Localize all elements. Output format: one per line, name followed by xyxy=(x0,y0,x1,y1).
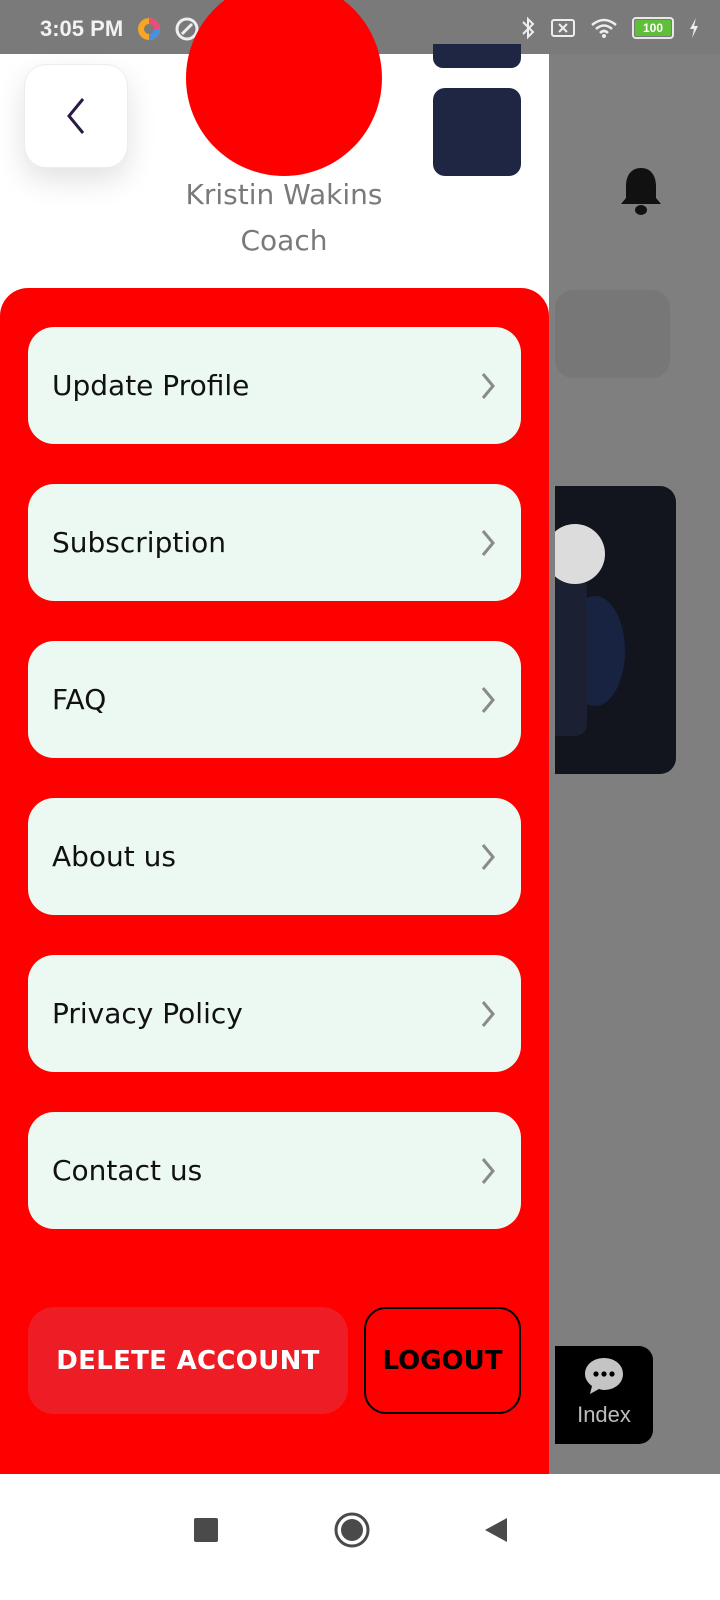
player-body xyxy=(555,576,587,736)
back-nav-button[interactable] xyxy=(466,1500,526,1560)
menu-panel: Update Profile Subscription FAQ About us… xyxy=(0,288,549,1474)
decorative-block xyxy=(433,88,521,176)
decorative-block xyxy=(433,44,521,68)
battery-indicator: 100 xyxy=(632,17,674,39)
recent-apps-button[interactable] xyxy=(176,1500,236,1560)
back-button[interactable] xyxy=(24,64,128,168)
bell-icon[interactable] xyxy=(616,164,666,218)
chevron-right-icon xyxy=(481,686,495,713)
circle-icon xyxy=(334,1512,370,1548)
menu-item-update-profile[interactable]: Update Profile xyxy=(28,327,521,444)
background-player-card xyxy=(555,486,676,774)
chevron-left-icon xyxy=(67,98,85,134)
menu-item-faq[interactable]: FAQ xyxy=(28,641,521,758)
user-name: Kristin Wakins xyxy=(185,178,383,211)
menu-item-label: About us xyxy=(52,840,177,873)
chevron-right-icon xyxy=(481,843,495,870)
logout-button[interactable]: LOGOUT xyxy=(364,1307,521,1414)
battery-level: 100 xyxy=(642,21,664,35)
background-index-tab: Index xyxy=(555,1346,653,1444)
chat-bubble-icon xyxy=(585,1358,623,1394)
navigation-bar xyxy=(0,1474,720,1600)
charging-icon xyxy=(690,18,698,38)
square-icon xyxy=(194,1518,218,1542)
browser-app-icon xyxy=(138,18,160,40)
side-drawer: Kristin Wakins Coach Update Profile Subs… xyxy=(0,0,549,1474)
background-search-bar xyxy=(555,290,670,378)
menu-item-privacy-policy[interactable]: Privacy Policy xyxy=(28,955,521,1072)
player-helmet xyxy=(555,524,605,584)
bluetooth-icon xyxy=(522,16,535,40)
menu-item-label: Subscription xyxy=(52,526,226,559)
status-system-icons: 100 xyxy=(520,16,700,40)
index-tab-label: Index xyxy=(577,1402,631,1427)
menu-item-contact-us[interactable]: Contact us xyxy=(28,1112,521,1229)
delete-account-button[interactable]: DELETE ACCOUNT xyxy=(28,1307,348,1414)
menu-item-label: FAQ xyxy=(52,683,107,716)
triangle-back-icon xyxy=(485,1518,507,1542)
home-button[interactable] xyxy=(322,1500,382,1560)
sim-off-icon xyxy=(551,19,575,37)
menu-item-label: Contact us xyxy=(52,1154,203,1187)
chevron-right-icon xyxy=(481,1157,495,1184)
chevron-right-icon xyxy=(481,1000,495,1027)
chevron-right-icon xyxy=(481,372,495,399)
chevron-right-icon xyxy=(481,529,495,556)
menu-item-label: Update Profile xyxy=(52,369,250,402)
user-role: Coach xyxy=(240,224,328,257)
menu-item-subscription[interactable]: Subscription xyxy=(28,484,521,601)
avatar xyxy=(186,0,382,176)
menu-item-label: Privacy Policy xyxy=(52,997,243,1030)
status-time: 3:05 PM xyxy=(40,16,124,41)
wifi-icon xyxy=(591,18,617,38)
menu-item-about-us[interactable]: About us xyxy=(28,798,521,915)
